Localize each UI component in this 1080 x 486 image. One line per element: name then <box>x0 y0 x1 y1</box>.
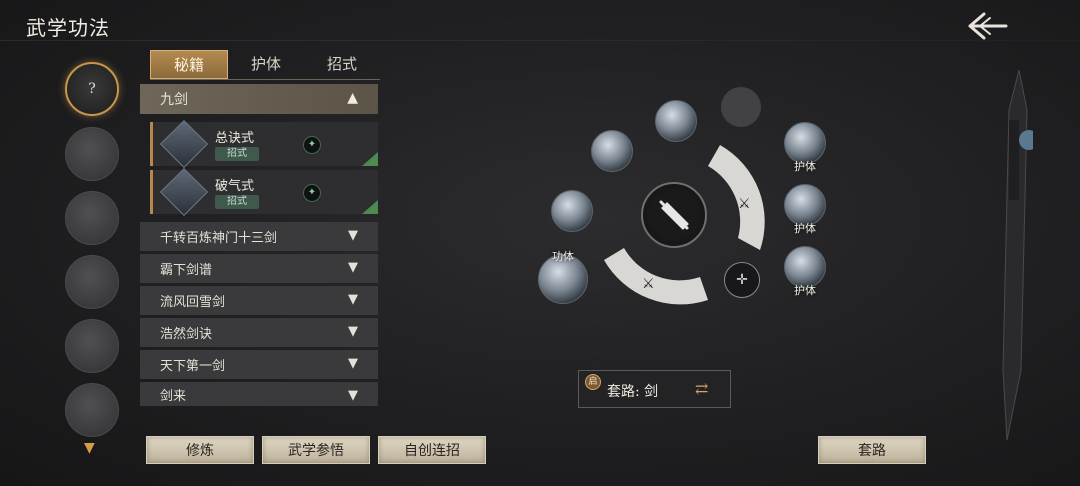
sword-skill-icon <box>159 119 209 169</box>
category-jiujian[interactable]: 九剑 ▲ <box>140 84 378 114</box>
huti-label: 护体 <box>794 284 816 297</box>
character-slot-active[interactable]: ? <box>65 62 119 116</box>
category-label: 浩然剑诀 <box>160 327 213 342</box>
chevron-up-icon: ▲ <box>347 90 358 106</box>
tab-bar: 秘籍 护体 招式 <box>150 50 380 80</box>
huti-label: 护体 <box>794 222 816 235</box>
character-slot[interactable] <box>65 255 119 309</box>
character-slot[interactable] <box>65 127 119 181</box>
gongti-label: 功体 <box>552 250 574 263</box>
practice-button[interactable]: 修炼 <box>146 436 254 464</box>
skill-name: 破气式 <box>215 179 255 194</box>
page-title: 武学功法 <box>26 16 110 40</box>
skill-item[interactable]: 破气式 招式 ✦ <box>150 167 378 217</box>
category-item[interactable]: 千转百炼神门十三剑 ▼ <box>140 222 378 251</box>
skill-tag: 招式 <box>215 147 259 161</box>
category-label: 霸下剑谱 <box>160 263 213 278</box>
svg-text:⚔: ⚔ <box>642 276 655 292</box>
create-combo-button[interactable]: 自创连招 <box>378 436 486 464</box>
category-label: 流风回雪剑 <box>160 295 226 310</box>
chevron-down-icon: ▼ <box>348 260 358 275</box>
chevron-down-icon: ▼ <box>348 388 358 403</box>
back-arrow-icon[interactable] <box>962 8 1012 44</box>
category-label: 天下第一剑 <box>160 359 226 374</box>
skill-type-icon: ✦ <box>303 184 321 202</box>
sword-decoration-icon <box>1002 70 1033 440</box>
huti-label: 护体 <box>794 160 816 173</box>
wheel-skill-node[interactable] <box>655 100 697 142</box>
study-button[interactable]: 武学参悟 <box>262 436 370 464</box>
category-item[interactable]: 霸下剑谱 ▼ <box>140 254 378 283</box>
chevron-down-icon: ▼ <box>348 356 358 371</box>
category-item[interactable]: 浩然剑诀 ▼ <box>140 318 378 347</box>
category-label: 剑来 <box>160 388 187 404</box>
equipped-check-icon <box>362 152 378 166</box>
skill-type-icon: ✦ <box>303 136 321 154</box>
skill-item[interactable]: 总诀式 招式 ✦ <box>150 119 378 169</box>
sword-skill-icon <box>159 167 209 217</box>
routine-label: 套路: 剑 <box>607 384 659 400</box>
empty-node <box>721 87 761 127</box>
chevron-down-icon: ▼ <box>348 324 358 339</box>
equipped-check-icon <box>362 200 378 214</box>
svg-text:⚔: ⚔ <box>738 196 751 212</box>
header-divider <box>0 40 1080 41</box>
wheel-skill-node[interactable] <box>591 130 633 172</box>
tab-huti[interactable]: 护体 <box>228 50 304 79</box>
routine-button[interactable]: 套路 <box>818 436 926 464</box>
tab-miji[interactable]: 秘籍 <box>150 50 228 79</box>
swap-icon[interactable]: ⇄ <box>695 379 708 398</box>
character-slot[interactable] <box>65 383 119 437</box>
crosshair-icon[interactable]: ✛ <box>724 262 760 298</box>
skill-tag: 招式 <box>215 195 259 209</box>
arc-segment-bottom <box>604 248 708 305</box>
routine-selector[interactable]: 启 套路: 剑 ⇄ <box>578 370 731 408</box>
center-sword-icon[interactable] <box>641 182 707 248</box>
category-item[interactable]: 剑来 ▼ <box>140 382 378 406</box>
chevron-down-icon[interactable]: ▼ <box>84 440 95 456</box>
category-label: 千转百炼神门十三剑 <box>160 231 278 246</box>
category-item[interactable]: 流风回雪剑 ▼ <box>140 286 378 315</box>
arc-segment-right <box>708 145 765 250</box>
category-item[interactable]: 天下第一剑 ▼ <box>140 350 378 379</box>
chevron-down-icon: ▼ <box>348 292 358 307</box>
start-badge-icon: 启 <box>585 374 601 390</box>
category-label: 九剑 <box>160 92 188 108</box>
chevron-down-icon: ▼ <box>348 228 358 243</box>
tab-zhaoshi[interactable]: 招式 <box>304 50 380 79</box>
unknown-character-icon: ? <box>88 81 96 97</box>
character-slot[interactable] <box>65 319 119 373</box>
skill-name: 总诀式 <box>215 131 255 146</box>
wheel-skill-node[interactable] <box>551 190 593 232</box>
character-slot[interactable] <box>65 191 119 245</box>
